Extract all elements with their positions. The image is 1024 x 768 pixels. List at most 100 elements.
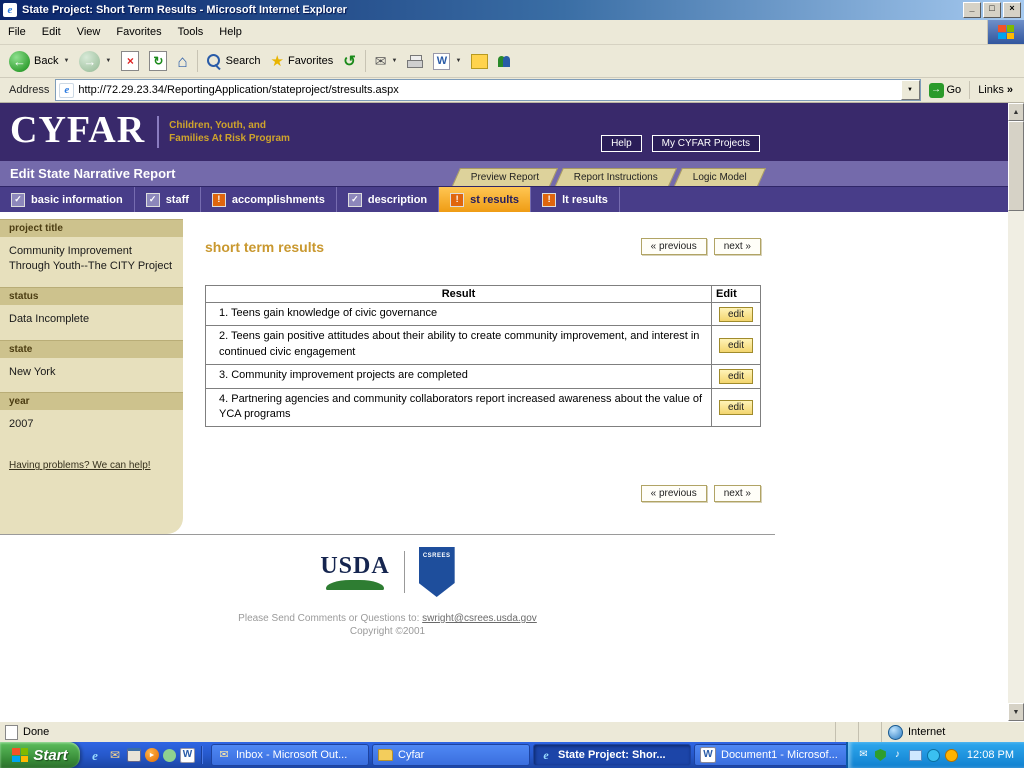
- tray-clock: 12:08 PM: [967, 749, 1014, 761]
- tab-accomplishments[interactable]: ! accomplishments: [201, 187, 337, 212]
- page-favicon: e: [59, 83, 74, 98]
- tab-label: lt results: [562, 194, 608, 206]
- quick-launch-ie-icon[interactable]: e: [87, 747, 103, 763]
- tray-messenger-icon[interactable]: [927, 749, 940, 762]
- search-button[interactable]: Search: [203, 52, 265, 71]
- links-bar[interactable]: Links »: [969, 81, 1021, 99]
- system-tray: ✉ ♪ 12:08 PM: [846, 742, 1024, 768]
- task-state-project[interactable]: e State Project: Shor...: [533, 744, 691, 766]
- screen: e State Project: Short Term Results - Mi…: [0, 0, 1024, 768]
- page-body: project title Community Improvement Thro…: [0, 212, 1008, 721]
- quick-launch-word-icon[interactable]: W: [180, 748, 195, 763]
- check-icon: ✓: [11, 193, 25, 207]
- previous-button[interactable]: « previous: [641, 238, 707, 255]
- tray-volume-icon[interactable]: ♪: [891, 749, 904, 762]
- task-cyfar-folder[interactable]: Cyfar: [372, 744, 530, 766]
- sidebar-value-year: 2007: [0, 410, 183, 445]
- start-button[interactable]: Start: [0, 742, 80, 768]
- mail-icon: ✉: [375, 54, 387, 68]
- report-tabs: Preview Report Report Instructions Logic…: [451, 168, 762, 186]
- help-button[interactable]: Help: [601, 135, 642, 152]
- edit-cell: edit: [712, 326, 761, 365]
- tray-network-icon[interactable]: [909, 750, 922, 761]
- address-dropdown[interactable]: ▼: [901, 80, 920, 100]
- window-title: State Project: Short Term Results - Micr…: [22, 4, 961, 16]
- alert-icon: !: [542, 193, 556, 207]
- ie-icon: e: [539, 748, 553, 762]
- tab-preview-report[interactable]: Preview Report: [452, 168, 558, 186]
- my-cyfar-projects-button[interactable]: My CYFAR Projects: [652, 135, 760, 152]
- menu-favorites[interactable]: Favorites: [108, 20, 169, 44]
- alert-icon: !: [450, 193, 464, 207]
- forward-button[interactable]: → ▼: [75, 49, 115, 74]
- tab-logic-model[interactable]: Logic Model: [674, 168, 766, 186]
- menu-file[interactable]: File: [0, 20, 34, 44]
- print-icon: [407, 55, 423, 68]
- tab-st-results[interactable]: ! st results: [439, 187, 531, 212]
- close-button[interactable]: ×: [1003, 2, 1021, 18]
- history-icon: ↺: [343, 54, 356, 69]
- quick-launch-mail-icon[interactable]: ✉: [107, 747, 123, 763]
- back-dropdown-icon[interactable]: ▼: [63, 58, 69, 64]
- word-dropdown-icon[interactable]: ▼: [455, 58, 461, 64]
- next-button[interactable]: next »: [714, 485, 761, 502]
- home-button[interactable]: ⌂: [173, 51, 191, 72]
- task-word-document[interactable]: W Document1 - Microsof...: [694, 744, 852, 766]
- tray-antivirus-icon[interactable]: [875, 749, 886, 761]
- having-problems-link[interactable]: Having problems? We can help!: [9, 460, 151, 471]
- previous-button[interactable]: « previous: [641, 485, 707, 502]
- mail-button[interactable]: ✉ ▼: [371, 52, 402, 70]
- result-text: 3. Community improvement projects are co…: [206, 365, 712, 388]
- sidebar-label-project-title: project title: [0, 219, 183, 237]
- go-button[interactable]: → Go: [921, 83, 970, 98]
- task-label: Inbox - Microsoft Out...: [236, 749, 347, 761]
- task-outlook-inbox[interactable]: ✉ Inbox - Microsoft Out...: [211, 744, 369, 766]
- banner-buttons: Help My CYFAR Projects: [601, 135, 760, 152]
- history-button[interactable]: ↺: [339, 52, 360, 71]
- messenger-button[interactable]: [494, 54, 514, 69]
- scroll-up-button[interactable]: ▲: [1008, 103, 1024, 121]
- edit-button[interactable]: edit: [719, 307, 753, 322]
- minimize-button[interactable]: _: [963, 2, 981, 18]
- edit-button[interactable]: edit: [719, 338, 753, 353]
- vertical-scrollbar[interactable]: ▲ ▼: [1008, 103, 1024, 721]
- research-button[interactable]: [467, 52, 492, 71]
- mail-dropdown-icon[interactable]: ▼: [392, 58, 398, 64]
- edit-button[interactable]: edit: [719, 369, 753, 384]
- menu-view[interactable]: View: [69, 20, 109, 44]
- tab-basic-information[interactable]: ✓ basic information: [0, 187, 135, 212]
- edit-button[interactable]: edit: [719, 400, 753, 415]
- contact-email-link[interactable]: swright@csrees.usda.gov: [422, 613, 537, 624]
- address-input[interactable]: e http://72.29.23.34/ReportingApplicatio…: [55, 79, 920, 101]
- tray-update-icon[interactable]: [945, 749, 958, 762]
- tray-mail-icon[interactable]: ✉: [857, 749, 870, 762]
- print-button[interactable]: [403, 53, 427, 70]
- scrollbar-thumb[interactable]: [1008, 121, 1024, 211]
- tab-report-instructions[interactable]: Report Instructions: [555, 168, 677, 186]
- address-label: Address: [3, 84, 55, 96]
- tab-description[interactable]: ✓ description: [337, 187, 439, 212]
- scroll-down-button[interactable]: ▼: [1008, 703, 1024, 721]
- address-url: http://72.29.23.34/ReportingApplication/…: [78, 84, 398, 96]
- menu-tools[interactable]: Tools: [170, 20, 212, 44]
- tab-staff[interactable]: ✓ staff: [135, 187, 201, 212]
- next-button[interactable]: next »: [714, 238, 761, 255]
- menu-help[interactable]: Help: [211, 20, 250, 44]
- favorites-button[interactable]: ★ Favorites: [267, 52, 338, 71]
- media-player-icon[interactable]: ►: [145, 748, 159, 762]
- maximize-button[interactable]: □: [983, 2, 1001, 18]
- tab-lt-results[interactable]: ! lt results: [531, 187, 620, 212]
- page-title-bar: Edit State Narrative Report Preview Repo…: [0, 161, 1008, 186]
- forward-dropdown-icon[interactable]: ▼: [105, 58, 111, 64]
- refresh-button[interactable]: ↻: [145, 49, 171, 73]
- table-row: 1. Teens gain knowledge of civic governa…: [206, 303, 761, 326]
- back-button[interactable]: ← Back ▼: [5, 49, 73, 74]
- quick-launch-separator: [201, 746, 202, 764]
- edit-with-word-button[interactable]: W ▼: [429, 51, 465, 72]
- sidebar-value-state: New York: [0, 358, 183, 393]
- messenger-quick-icon[interactable]: [163, 749, 176, 762]
- stop-button[interactable]: ×: [117, 49, 143, 73]
- menu-edit[interactable]: Edit: [34, 20, 69, 44]
- show-desktop-icon[interactable]: [127, 748, 141, 762]
- task-label: Document1 - Microsof...: [721, 749, 838, 761]
